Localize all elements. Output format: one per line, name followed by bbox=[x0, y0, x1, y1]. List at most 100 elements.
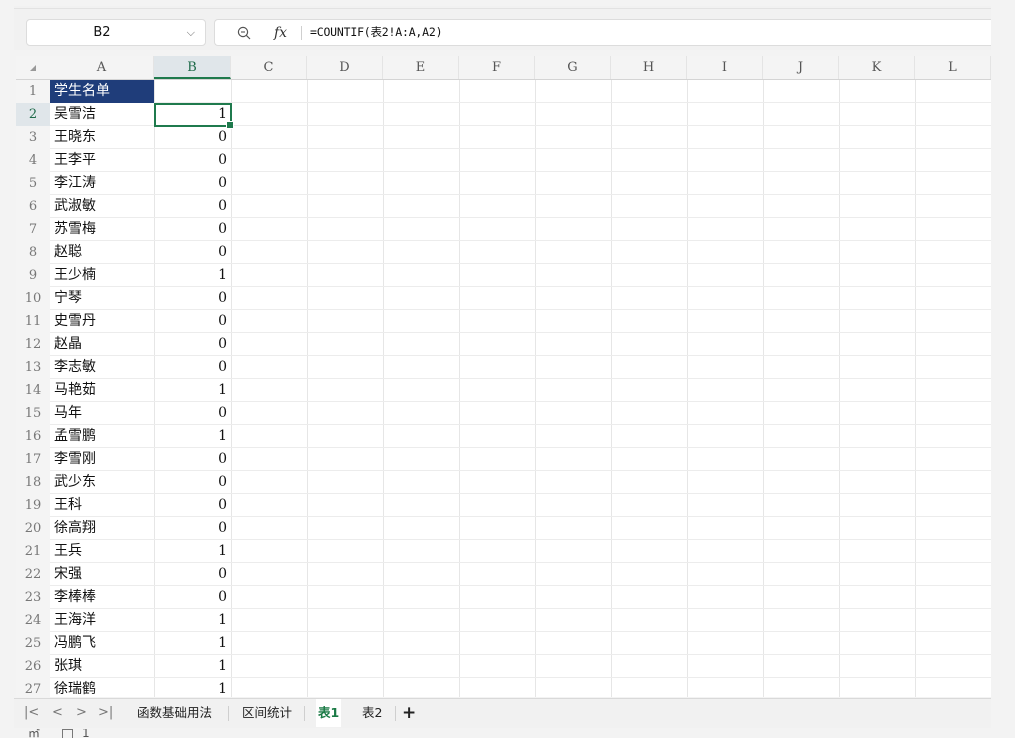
cell-b25[interactable]: 1 bbox=[155, 632, 231, 655]
last-sheet-icon[interactable]: >| bbox=[98, 699, 113, 727]
cell-a21[interactable]: 王兵 bbox=[50, 540, 154, 563]
cell-b16[interactable]: 1 bbox=[155, 425, 231, 448]
first-sheet-icon[interactable]: |< bbox=[24, 699, 39, 727]
cell-b11[interactable]: 0 bbox=[155, 310, 231, 333]
cell-a25[interactable]: 冯鹏飞 bbox=[50, 632, 154, 655]
cell-b5[interactable]: 0 bbox=[155, 172, 231, 195]
row-header[interactable]: 20 bbox=[16, 517, 50, 540]
row-header[interactable]: 3 bbox=[16, 126, 50, 149]
prev-sheet-icon[interactable]: < bbox=[52, 699, 63, 727]
cell-a20[interactable]: 徐高翔 bbox=[50, 517, 154, 540]
row-header[interactable]: 9 bbox=[16, 264, 50, 287]
column-header-i[interactable]: I bbox=[687, 56, 763, 79]
cell-a9[interactable]: 王少楠 bbox=[50, 264, 154, 287]
select-all-corner[interactable] bbox=[16, 56, 50, 79]
cell-b19[interactable]: 0 bbox=[155, 494, 231, 517]
row-header[interactable]: 23 bbox=[16, 586, 50, 609]
cell-area[interactable]: 学生名单 吴雪洁 1 王晓东 0 王李平 0 李江涛 0 武淑敏 0 苏雪梅 0 赵聪 0 王少楠 1 宁琴 0 史雪… bbox=[50, 80, 991, 697]
cell-a17[interactable]: 李雪刚 bbox=[50, 448, 154, 471]
row-header[interactable]: 16 bbox=[16, 425, 50, 448]
row-header[interactable]: 17 bbox=[16, 448, 50, 471]
selected-cell-outline[interactable] bbox=[154, 103, 234, 129]
column-header-k[interactable]: K bbox=[839, 56, 915, 79]
cell-a4[interactable]: 王李平 bbox=[50, 149, 154, 172]
cell-a8[interactable]: 赵聪 bbox=[50, 241, 154, 264]
cell-a3[interactable]: 王晓东 bbox=[50, 126, 154, 149]
cell-a19[interactable]: 王科 bbox=[50, 494, 154, 517]
cell-b17[interactable]: 0 bbox=[155, 448, 231, 471]
cell-a2[interactable]: 吴雪洁 bbox=[50, 103, 154, 126]
cell-b8[interactable]: 0 bbox=[155, 241, 231, 264]
column-header-d[interactable]: D bbox=[307, 56, 383, 79]
row-header[interactable]: 6 bbox=[16, 195, 50, 218]
sheet-tab[interactable]: 表2 bbox=[360, 699, 384, 727]
column-header-a[interactable]: A bbox=[50, 56, 154, 79]
column-header-c[interactable]: C bbox=[231, 56, 307, 79]
row-header[interactable]: 2 bbox=[16, 103, 50, 126]
cell-a14[interactable]: 马艳茹 bbox=[50, 379, 154, 402]
page-icon[interactable] bbox=[62, 729, 73, 738]
cell-a27[interactable]: 徐瑞鹤 bbox=[50, 678, 154, 697]
column-header-h[interactable]: H bbox=[611, 56, 687, 79]
row-header[interactable]: 1 bbox=[16, 80, 50, 103]
zoom-icon[interactable] bbox=[237, 26, 251, 40]
function-icon[interactable]: fx bbox=[274, 22, 287, 44]
cell-a10[interactable]: 宁琴 bbox=[50, 287, 154, 310]
cell-b1[interactable] bbox=[155, 80, 231, 103]
formula-input[interactable]: fx =COUNTIF(表2!A:A,A2) bbox=[214, 19, 991, 46]
row-header[interactable]: 5 bbox=[16, 172, 50, 195]
fill-handle[interactable] bbox=[226, 121, 234, 129]
cell-b26[interactable]: 1 bbox=[155, 655, 231, 678]
row-header[interactable]: 18 bbox=[16, 471, 50, 494]
column-header-l[interactable]: L bbox=[915, 56, 991, 79]
add-sheet-button[interactable]: + bbox=[402, 699, 416, 727]
cell-a11[interactable]: 史雪丹 bbox=[50, 310, 154, 333]
next-sheet-icon[interactable]: > bbox=[76, 699, 87, 727]
column-header-b[interactable]: B bbox=[154, 56, 231, 79]
column-header-f[interactable]: F bbox=[459, 56, 535, 79]
cell-b18[interactable]: 0 bbox=[155, 471, 231, 494]
cell-a15[interactable]: 马年 bbox=[50, 402, 154, 425]
column-header-g[interactable]: G bbox=[535, 56, 611, 79]
cell-b10[interactable]: 0 bbox=[155, 287, 231, 310]
row-header[interactable]: 4 bbox=[16, 149, 50, 172]
row-header[interactable]: 8 bbox=[16, 241, 50, 264]
row-header[interactable]: 10 bbox=[16, 287, 50, 310]
cell-b13[interactable]: 0 bbox=[155, 356, 231, 379]
column-header-e[interactable]: E bbox=[383, 56, 459, 79]
sheet-tab[interactable]: 函数基础用法 bbox=[135, 699, 214, 727]
cell-b15[interactable]: 0 bbox=[155, 402, 231, 425]
cell-a6[interactable]: 武淑敏 bbox=[50, 195, 154, 218]
row-header[interactable]: 13 bbox=[16, 356, 50, 379]
row-header[interactable]: 21 bbox=[16, 540, 50, 563]
cell-b22[interactable]: 0 bbox=[155, 563, 231, 586]
cell-a7[interactable]: 苏雪梅 bbox=[50, 218, 154, 241]
cell-a1[interactable]: 学生名单 bbox=[50, 80, 154, 103]
cell-b9[interactable]: 1 bbox=[155, 264, 231, 287]
cell-a12[interactable]: 赵晶 bbox=[50, 333, 154, 356]
row-header[interactable]: 22 bbox=[16, 563, 50, 586]
row-header[interactable]: 24 bbox=[16, 609, 50, 632]
spreadsheet-grid[interactable]: ABCDEFGHIJKL 1 2 3 4 5 6 7 8 9 10 11 12 13 14 15 16 17 18… bbox=[16, 56, 991, 697]
row-header[interactable]: 19 bbox=[16, 494, 50, 517]
row-header[interactable]: 12 bbox=[16, 333, 50, 356]
row-header[interactable]: 7 bbox=[16, 218, 50, 241]
cell-a16[interactable]: 孟雪鹏 bbox=[50, 425, 154, 448]
cell-b4[interactable]: 0 bbox=[155, 149, 231, 172]
cell-b7[interactable]: 0 bbox=[155, 218, 231, 241]
cell-b27[interactable]: 1 bbox=[155, 678, 231, 697]
formula-text[interactable]: =COUNTIF(表2!A:A,A2) bbox=[310, 20, 443, 45]
cell-a5[interactable]: 李江涛 bbox=[50, 172, 154, 195]
cell-b14[interactable]: 1 bbox=[155, 379, 231, 402]
sheet-tab[interactable]: 区间统计 bbox=[240, 699, 294, 727]
row-header[interactable]: 15 bbox=[16, 402, 50, 425]
cell-a22[interactable]: 宋强 bbox=[50, 563, 154, 586]
cell-b23[interactable]: 0 bbox=[155, 586, 231, 609]
cell-b3[interactable]: 0 bbox=[155, 126, 231, 149]
cell-b20[interactable]: 0 bbox=[155, 517, 231, 540]
cell-a18[interactable]: 武少东 bbox=[50, 471, 154, 494]
cell-a13[interactable]: 李志敏 bbox=[50, 356, 154, 379]
row-header[interactable]: 11 bbox=[16, 310, 50, 333]
cell-a23[interactable]: 李棒棒 bbox=[50, 586, 154, 609]
cell-b21[interactable]: 1 bbox=[155, 540, 231, 563]
